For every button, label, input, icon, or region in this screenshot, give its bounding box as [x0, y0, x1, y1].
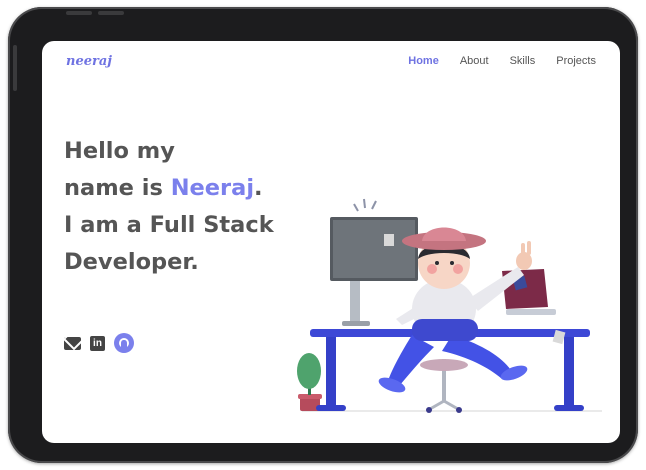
- power-button: [13, 45, 17, 91]
- volume-button: [66, 11, 92, 15]
- hero-line-3: I am a Full Stack: [64, 212, 274, 238]
- hero-line-2: name is Neeraj.: [64, 170, 274, 207]
- nav-skills[interactable]: Skills: [510, 55, 536, 67]
- volume-button: [98, 11, 124, 15]
- main-nav: Home About Skills Projects: [408, 55, 596, 67]
- nav-projects[interactable]: Projects: [556, 55, 596, 67]
- linkedin-icon[interactable]: in: [90, 335, 105, 351]
- hero-line-4: Developer.: [64, 249, 199, 275]
- chair-illustration: [420, 359, 468, 413]
- nav-home[interactable]: Home: [408, 55, 439, 67]
- hero-heading: Hello my name is Neeraj. I am a Full Sta…: [64, 133, 274, 281]
- hero-name: Neeraj: [170, 175, 255, 201]
- plant-illustration: [297, 353, 322, 411]
- hero-line-2-suffix: .: [254, 175, 263, 201]
- tablet-frame: neeraj Home About Skills Projects Hello …: [8, 7, 638, 463]
- monitor-illustration: [330, 198, 418, 326]
- hero-line-2-prefix: name is: [64, 175, 171, 201]
- github-icon[interactable]: [114, 333, 134, 353]
- developer-illustration: [297, 198, 602, 413]
- screen: neeraj Home About Skills Projects Hello …: [42, 41, 620, 443]
- email-icon[interactable]: [64, 336, 81, 350]
- nav-about[interactable]: About: [460, 55, 489, 67]
- hero-line-1: Hello my: [64, 138, 175, 164]
- social-links: in: [64, 333, 134, 353]
- site-logo[interactable]: neeraj: [66, 54, 112, 69]
